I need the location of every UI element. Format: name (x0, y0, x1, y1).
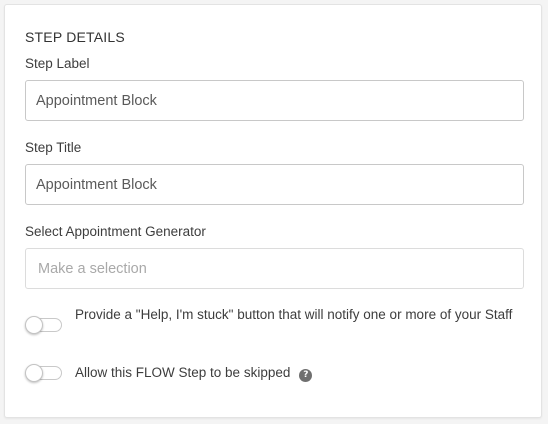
allow-skip-toggle-knob (25, 364, 43, 382)
help-stuck-toggle-knob (25, 316, 43, 334)
step-title-label: Step Title (25, 140, 82, 155)
step-title-input[interactable] (25, 164, 524, 205)
section-title: STEP DETAILS (25, 29, 125, 45)
allow-skip-toggle-label: Allow this FLOW Step to be skipped (75, 365, 291, 380)
appointment-generator-placeholder: Make a selection (38, 260, 147, 277)
appointment-generator-label: Select Appointment Generator (25, 224, 206, 239)
appointment-generator-select[interactable]: Make a selection (25, 248, 524, 289)
allow-skip-row: Allow this FLOW Step to be skipped? (75, 361, 313, 385)
step-label-label: Step Label (25, 56, 90, 71)
step-details-card: STEP DETAILS Step Label Step Title Selec… (4, 4, 542, 418)
help-stuck-toggle-label: Provide a "Help, I'm stuck" button that … (75, 307, 513, 322)
step-label-input[interactable] (25, 80, 524, 121)
allow-skip-toggle[interactable] (25, 364, 62, 382)
question-icon[interactable]: ? (299, 369, 313, 382)
help-stuck-toggle[interactable] (25, 316, 62, 334)
